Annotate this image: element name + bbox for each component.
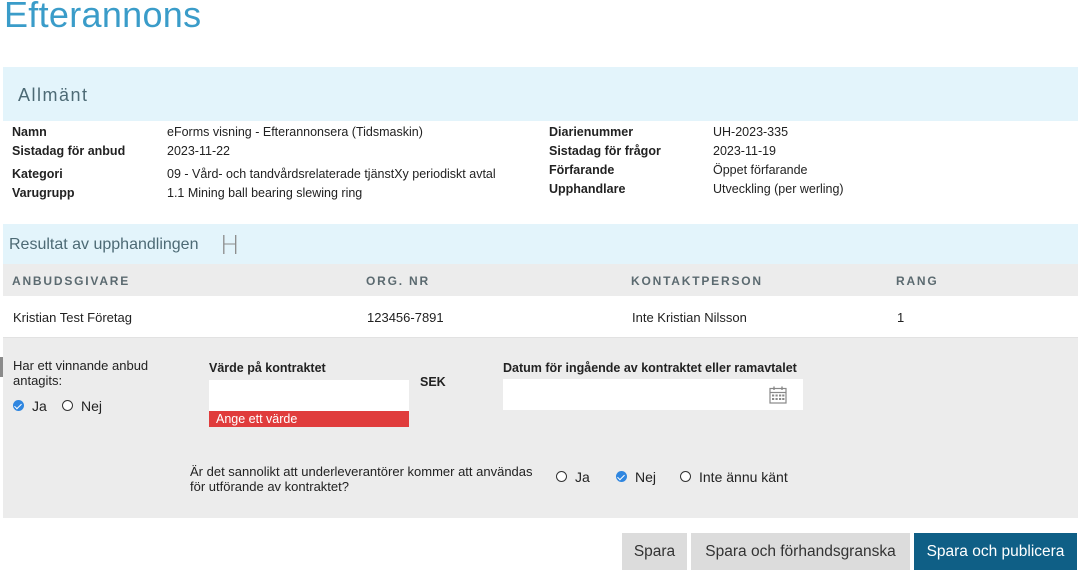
winner-no-radio[interactable] <box>62 400 73 411</box>
calendar-icon[interactable] <box>769 386 787 404</box>
subcontractor-no-label[interactable]: Nej <box>635 469 656 485</box>
subcontractor-unknown-radio[interactable] <box>680 471 691 482</box>
save-button[interactable]: Spara <box>622 533 687 570</box>
subcontractor-unknown-label[interactable]: Inte ännu känt <box>699 469 788 485</box>
category-label: Kategori <box>12 167 63 181</box>
save-preview-button[interactable]: Spara och förhandsgranska <box>691 533 910 570</box>
contract-value-input[interactable] <box>209 380 409 411</box>
table-row: Kristian Test Företag 123456-7891 Inte K… <box>3 296 1078 338</box>
winner-question: Har ett vinnande anbud antagits: <box>13 358 149 388</box>
tender-deadline-value: 2023-11-22 <box>167 144 231 158</box>
procedure-value: Öppet förfarande <box>713 163 808 177</box>
contract-date-label: Datum för ingående av kontraktet eller r… <box>503 361 797 375</box>
page-title: Efterannons <box>4 0 202 35</box>
currency-label: SEK <box>420 375 446 389</box>
winner-yes-label[interactable]: Ja <box>32 398 47 414</box>
general-section-title: Allmänt <box>18 85 89 105</box>
save-publish-button[interactable]: Spara och publicera <box>914 533 1077 570</box>
row-marker <box>0 357 3 377</box>
category-value: 09 - Vård- och tandvårdsrelaterade tjäns… <box>167 167 496 181</box>
cell-contact: Inte Kristian Nilsson <box>632 310 747 325</box>
winner-yes-radio[interactable] <box>13 400 24 411</box>
column-header-bidder: ANBUDSGIVARE <box>12 274 131 288</box>
product-group-value: 1.1 Mining ball bearing slewing ring <box>167 186 363 200</box>
name-value: eForms visning - Efterannonsera (Tidsmas… <box>167 125 423 139</box>
name-label: Namn <box>12 125 47 139</box>
product-group-label: Varugrupp <box>12 186 75 200</box>
column-header-org-nr: ORG. NR <box>366 274 430 288</box>
result-section-title: Resultat av upphandlingen <box>9 236 199 253</box>
procedure-label: Förfarande <box>549 163 615 177</box>
questions-deadline-label: Sistadag för frågor <box>549 144 661 158</box>
subcontractor-question: Är det sannolikt att underleverantörer k… <box>190 464 533 494</box>
result-section-header: Resultat av upphandlingen H <box>3 224 1078 264</box>
subcontractor-yes-label[interactable]: Ja <box>575 469 590 485</box>
column-header-rank: RANG <box>896 274 939 288</box>
procurer-value: Utveckling (per werling) <box>713 182 844 196</box>
heading-icon: H <box>220 231 240 261</box>
cell-rank: 1 <box>897 310 905 325</box>
contract-date-input[interactable] <box>503 379 803 410</box>
subcontractor-yes-radio[interactable] <box>556 471 567 482</box>
cell-org-nr: 123456-7891 <box>367 310 444 325</box>
reference-number-value: UH-2023-335 <box>713 125 789 139</box>
result-table-header: ANBUDSGIVARE ORG. NR KONTAKTPERSON RANG <box>3 264 1078 296</box>
general-section-header: Allmänt <box>3 67 1078 121</box>
contract-value-error: Ange ett värde <box>209 411 409 427</box>
reference-number-label: Diarienummer <box>549 125 634 139</box>
winner-no-label[interactable]: Nej <box>81 398 102 414</box>
procurer-label: Upphandlare <box>549 182 626 196</box>
column-header-contact: KONTAKTPERSON <box>631 274 763 288</box>
tender-deadline-label: Sistadag för anbud <box>12 144 126 158</box>
subcontractor-no-radio[interactable] <box>616 471 627 482</box>
questions-deadline-value: 2023-11-19 <box>713 144 777 158</box>
contract-value-label: Värde på kontraktet <box>209 361 326 375</box>
cell-bidder: Kristian Test Företag <box>13 310 132 325</box>
